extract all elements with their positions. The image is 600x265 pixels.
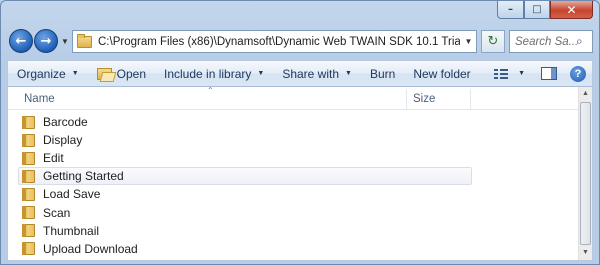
address-path[interactable]: C:\Program Files (x86)\Dynamsoft\Dynamic… <box>98 36 460 48</box>
list-item-label: Load Save <box>43 187 101 202</box>
folder-icon <box>22 169 35 183</box>
help-button[interactable]: ? <box>564 61 592 86</box>
include-in-library-button[interactable]: Include in library ▼ <box>155 61 273 86</box>
list-item[interactable]: Display <box>18 131 472 149</box>
organize-label: Organize <box>17 66 66 81</box>
list-item-label: Upload Download <box>43 241 138 256</box>
folder-icon <box>22 187 35 201</box>
column-divider[interactable] <box>406 89 407 109</box>
folder-icon <box>22 133 35 147</box>
list-item-label: Thumbnail <box>43 223 100 238</box>
list-item[interactable]: Edit <box>18 149 472 167</box>
sort-ascending-icon: ⌃ <box>207 86 214 95</box>
file-rows: Barcode Display Edit Getting Started Loa… <box>8 113 578 258</box>
recent-pages-dropdown[interactable]: ▼ <box>61 37 69 46</box>
navigation-row: ← → ▼ C:\Program Files (x86)\Dynamsoft\D… <box>7 29 593 55</box>
list-item[interactable]: Upload Download <box>18 240 472 258</box>
back-button[interactable]: ← <box>9 29 33 53</box>
new-folder-button[interactable]: New folder <box>404 61 479 86</box>
folder-icon <box>22 151 35 165</box>
vertical-scrollbar[interactable]: ▲ ▼ <box>578 87 592 260</box>
burn-label: Burn <box>369 66 396 81</box>
include-in-library-label: Include in library <box>164 66 252 81</box>
folder-icon <box>22 206 35 220</box>
column-header-row: ⌃ Name Size <box>8 86 578 110</box>
maximize-button[interactable]: □ <box>524 1 550 19</box>
open-label: Open <box>116 66 146 81</box>
list-item-label: Scan <box>43 205 71 220</box>
change-view-button[interactable]: ▼ <box>485 61 534 86</box>
search-icon[interactable]: ⌕ <box>576 34 592 49</box>
organize-button[interactable]: Organize ▼ <box>8 61 88 86</box>
list-item-label: Barcode <box>43 115 88 130</box>
close-button[interactable]: ✕ <box>550 1 593 19</box>
refresh-icon: ↻ <box>487 34 499 49</box>
scroll-down-arrow-icon[interactable]: ▼ <box>579 246 592 260</box>
open-button[interactable]: Open <box>88 61 155 86</box>
caption-buttons: – □ ✕ <box>497 1 593 19</box>
list-item[interactable]: Scan <box>18 203 472 221</box>
preview-pane-button[interactable] <box>534 61 564 86</box>
list-item[interactable]: Barcode <box>18 113 472 131</box>
address-dropdown-arrow[interactable]: ▼ <box>460 37 476 46</box>
open-folder-icon <box>96 67 112 80</box>
help-icon: ? <box>570 65 586 82</box>
column-header-name[interactable]: Name <box>24 93 55 105</box>
forward-button[interactable]: → <box>34 29 58 53</box>
explorer-window: – □ ✕ ← → ▼ C:\Program Files (x86)\Dynam… <box>0 0 600 265</box>
burn-button[interactable]: Burn <box>361 61 404 86</box>
folder-icon <box>22 224 35 238</box>
folder-icon <box>22 242 35 256</box>
chevron-down-icon: ▼ <box>71 70 79 77</box>
back-arrow-icon: ← <box>15 33 27 49</box>
minimize-button[interactable]: – <box>497 1 524 19</box>
list-item[interactable]: Thumbnail <box>18 222 472 240</box>
column-divider[interactable] <box>470 89 471 109</box>
share-with-label: Share with <box>282 66 340 81</box>
refresh-button[interactable]: ↻ <box>481 30 505 53</box>
list-item-label: Edit <box>43 151 64 166</box>
forward-arrow-icon: → <box>40 33 52 49</box>
share-with-button[interactable]: Share with ▼ <box>273 61 361 86</box>
folder-icon <box>77 33 92 48</box>
scroll-up-arrow-icon[interactable]: ▲ <box>579 87 592 101</box>
chevron-down-icon: ▼ <box>518 70 525 77</box>
chevron-down-icon: ▼ <box>345 70 352 77</box>
list-item[interactable]: Load Save <box>18 185 472 203</box>
file-list-pane: ⌃ Name Size Barcode Display Edit Getting… <box>7 86 593 261</box>
list-item[interactable]: Getting Started <box>18 167 472 186</box>
search-box[interactable]: Search Sa... ⌕ <box>509 30 593 53</box>
new-folder-label: New folder <box>413 66 471 81</box>
preview-pane-icon <box>541 67 557 80</box>
address-bar[interactable]: C:\Program Files (x86)\Dynamsoft\Dynamic… <box>72 30 477 53</box>
search-input[interactable]: Search Sa... <box>515 36 576 48</box>
chevron-down-icon: ▼ <box>257 70 265 77</box>
column-header-size[interactable]: Size <box>413 93 435 105</box>
details-view-icon <box>494 67 509 80</box>
command-bar: Organize ▼ Open Include in library ▼ Sha… <box>7 60 593 87</box>
folder-icon <box>22 115 35 129</box>
list-item-label: Display <box>43 133 83 148</box>
scrollbar-thumb[interactable] <box>580 102 591 245</box>
list-item-label: Getting Started <box>43 169 124 184</box>
